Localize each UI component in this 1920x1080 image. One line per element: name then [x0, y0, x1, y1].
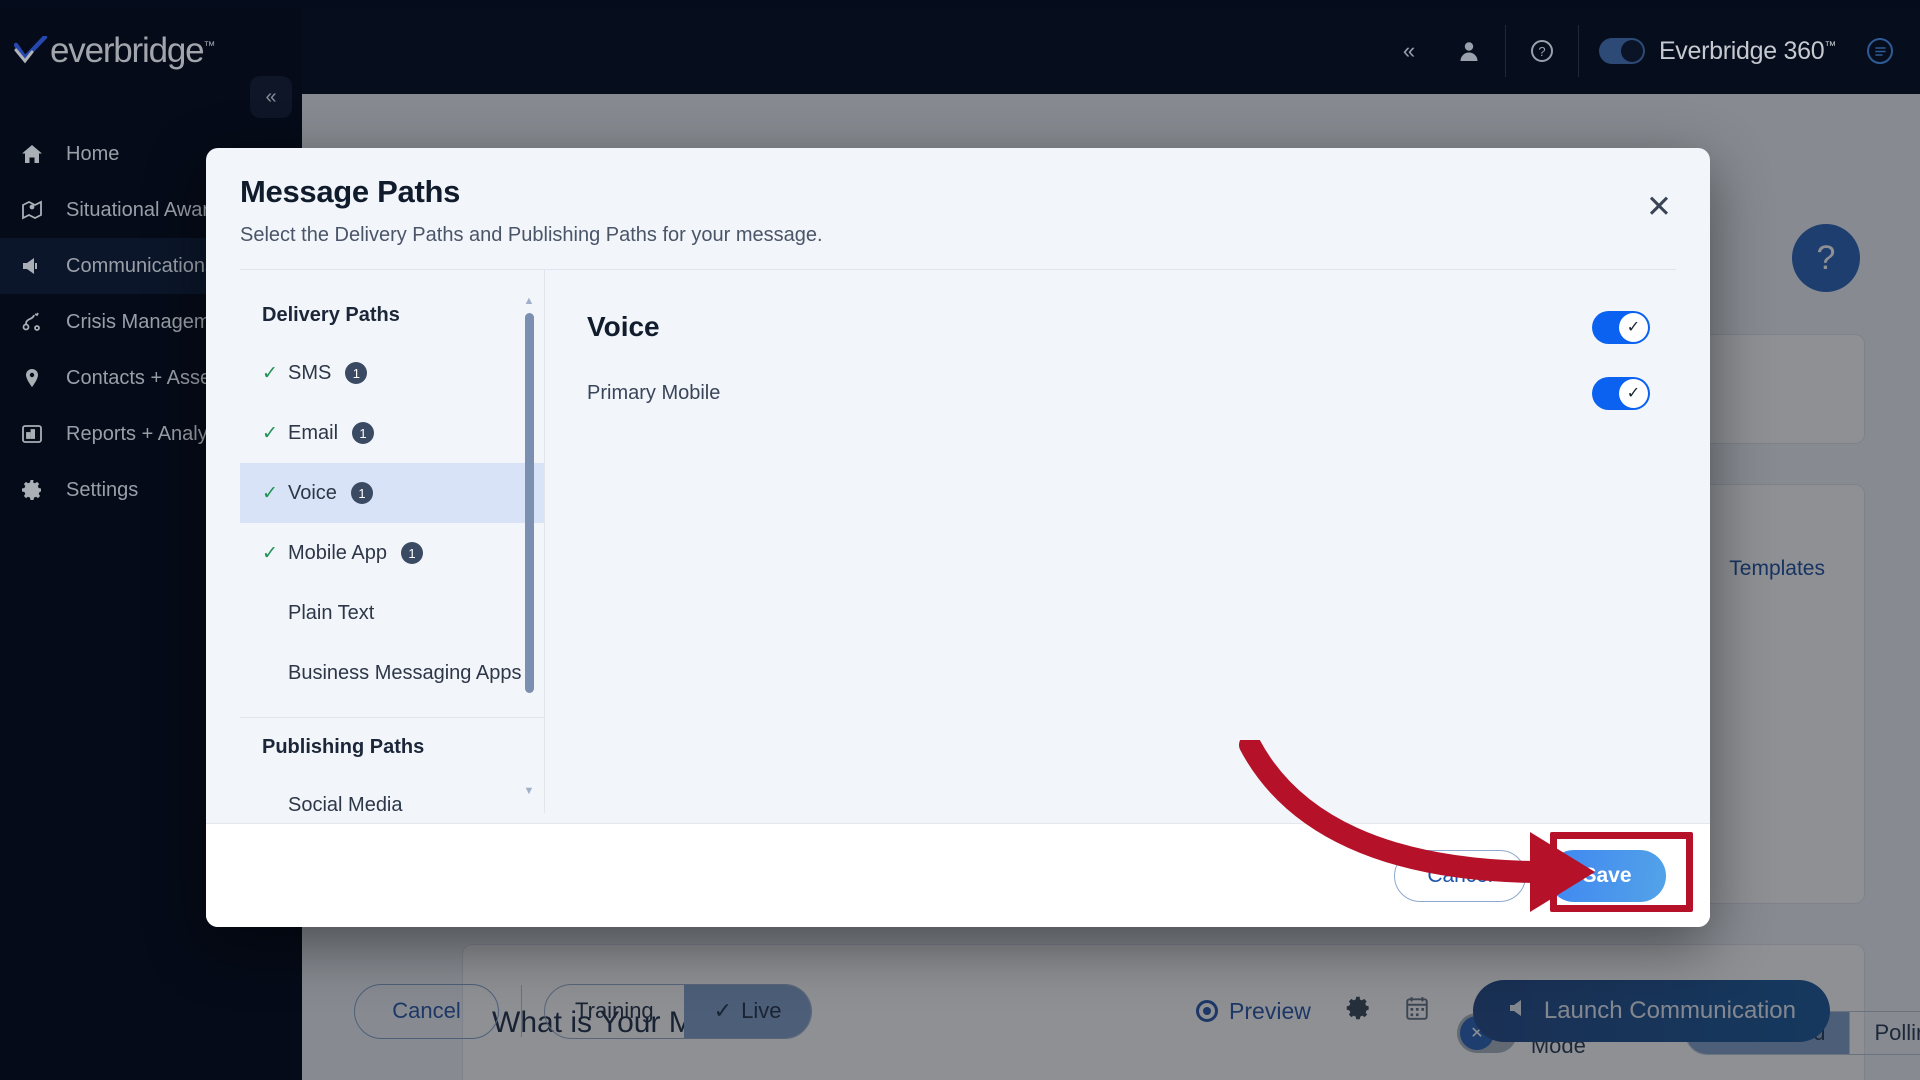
path-count-sms: 1 — [345, 362, 368, 384]
path-item-business-messaging-apps[interactable]: ✓ Business Messaging Apps — [240, 643, 544, 703]
path-item-voice[interactable]: ✓ Voice 1 — [240, 463, 544, 523]
account-icon[interactable] — [1439, 8, 1499, 94]
top-bar-right: « ? Everbridge 360™ — [1379, 8, 1920, 94]
path-label-business-messaging-apps: Business Messaging Apps — [288, 661, 522, 684]
path-label-social-media: Social Media — [288, 793, 403, 816]
close-icon[interactable]: ✕ — [1642, 189, 1676, 224]
voice-master-toggle[interactable] — [1592, 310, 1650, 344]
detail-row-primary-mobile: Primary Mobile — [587, 360, 1650, 426]
screen-root: everbridge™ « ? Everbridge 360™ « Home S… — [0, 0, 1920, 1080]
path-label-voice: Voice — [288, 481, 337, 504]
dialog-title: Message Paths — [240, 174, 461, 209]
toolbar-divider-2 — [1577, 25, 1579, 77]
dialog-body: Delivery Paths ✓ SMS 1 ✓ Email 1 ✓ Voice… — [206, 270, 1710, 816]
path-count-email: 1 — [352, 422, 375, 444]
path-count-mobile-app: 1 — [400, 542, 423, 564]
check-icon-voice: ✓ — [262, 482, 278, 504]
path-item-plain-text[interactable]: ✓ Plain Text — [240, 583, 544, 643]
collapse-panel-icon[interactable]: « — [1379, 8, 1439, 94]
detail-label-primary-mobile: Primary Mobile — [587, 381, 721, 404]
scroll-thumb[interactable] — [524, 313, 534, 693]
path-label-plain-text: Plain Text — [288, 601, 375, 624]
chat-icon[interactable] — [1850, 8, 1910, 94]
help-icon[interactable]: ? — [1512, 8, 1572, 94]
annotation-arrow — [1239, 740, 1595, 912]
path-item-mobile-app[interactable]: ✓ Mobile App 1 — [240, 523, 544, 583]
path-count-voice: 1 — [350, 482, 373, 504]
path-label-email: Email — [288, 421, 339, 444]
check-icon-mobile-app: ✓ — [262, 542, 278, 564]
paths-list-panel: Delivery Paths ✓ SMS 1 ✓ Email 1 ✓ Voice… — [240, 270, 545, 816]
primary-mobile-toggle[interactable] — [1592, 376, 1650, 410]
path-label-mobile-app: Mobile App — [288, 541, 387, 564]
path-item-sms[interactable]: ✓ SMS 1 — [240, 343, 544, 403]
dialog-subtitle: Select the Delivery Paths and Publishing… — [240, 224, 823, 246]
detail-title: Voice — [587, 311, 660, 342]
paths-section-divider — [240, 717, 544, 718]
dialog-header: Message Paths Select the Delivery Paths … — [206, 148, 1710, 270]
check-icon-sms: ✓ — [262, 362, 278, 384]
scroll-up-arrow[interactable]: ▲ — [524, 296, 535, 307]
everbridge-360-label: Everbridge 360 — [1658, 36, 1825, 65]
paths-scrollbar[interactable]: ▲ ▼ — [522, 296, 536, 797]
everbridge-360-tm: ™ — [1824, 38, 1836, 53]
scroll-down-arrow[interactable]: ▼ — [524, 786, 535, 797]
everbridge-360-switch[interactable]: Everbridge 360™ — [1585, 37, 1850, 66]
collapse-icon-glyph: « — [1402, 38, 1416, 63]
toolbar-divider — [1504, 25, 1506, 77]
everbridge-360-toggle[interactable] — [1598, 38, 1645, 64]
delivery-paths-heading: Delivery Paths — [262, 304, 400, 326]
svg-text:?: ? — [1538, 44, 1545, 59]
path-detail-panel: Voice Primary Mobile — [545, 270, 1710, 813]
check-icon-email: ✓ — [262, 422, 278, 444]
path-item-email[interactable]: ✓ Email 1 — [240, 403, 544, 463]
detail-header-row: Voice — [587, 294, 1650, 360]
publishing-paths-heading: Publishing Paths — [262, 736, 425, 758]
path-label-sms: SMS — [288, 361, 332, 384]
